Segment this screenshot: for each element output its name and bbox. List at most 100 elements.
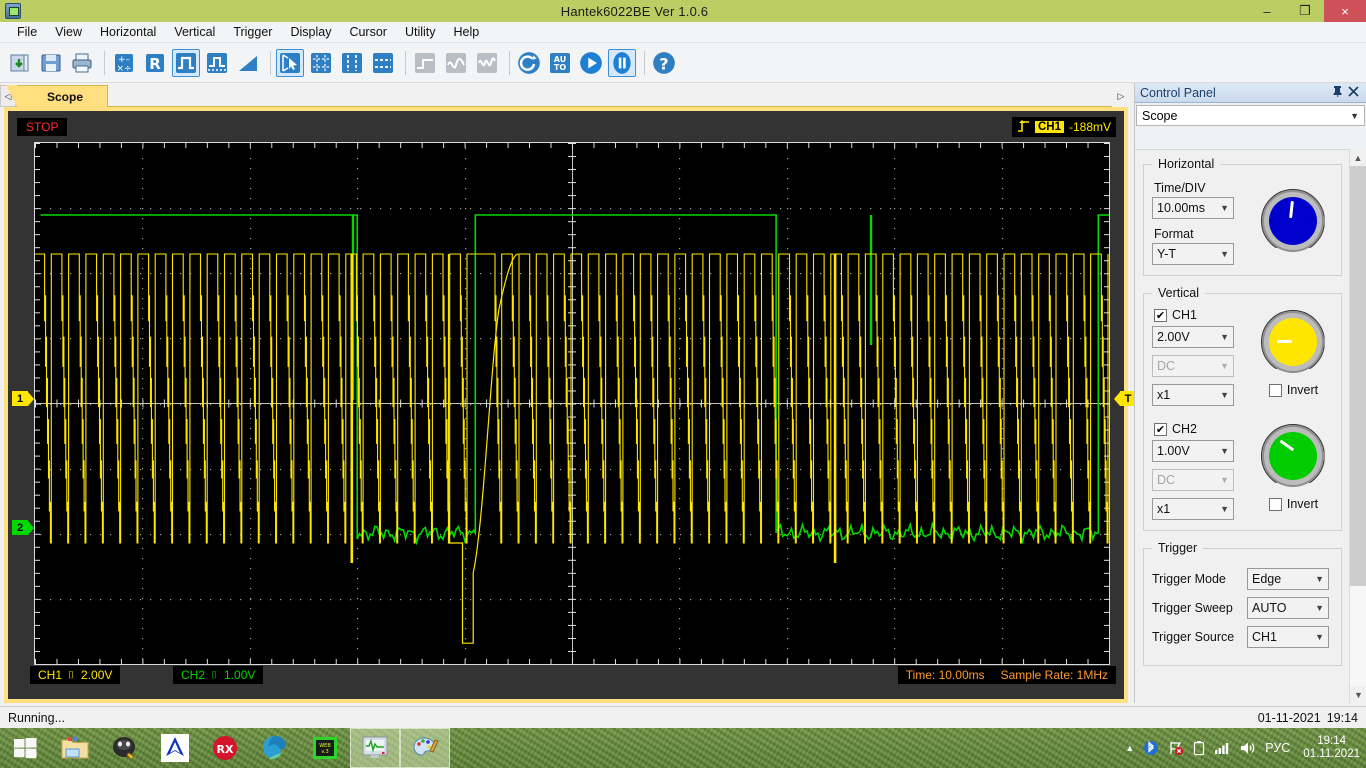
- menu-item-vertical[interactable]: Vertical: [165, 23, 224, 41]
- scrollbar-thumb[interactable]: [1350, 166, 1366, 586]
- ch1-invert-checkbox[interactable]: Invert: [1268, 383, 1318, 397]
- run-icon[interactable]: [577, 49, 605, 77]
- steering-wheel-icon[interactable]: [100, 728, 150, 768]
- menu-item-view[interactable]: View: [46, 23, 91, 41]
- minimize-button[interactable]: –: [1248, 0, 1286, 22]
- waveform-plot: [35, 143, 1109, 664]
- control-panel-body: Horizontal Time/DIV 10.00ms ▼ Format Y-T…: [1135, 151, 1350, 703]
- toolbar: +– ×÷ R AU TO ?: [0, 43, 1366, 83]
- menu-item-trigger[interactable]: Trigger: [224, 23, 281, 41]
- blue-arrow-app-icon[interactable]: [150, 728, 200, 768]
- measure-icon[interactable]: [203, 49, 231, 77]
- save-file-icon[interactable]: [37, 49, 65, 77]
- math-icon[interactable]: +– ×÷: [110, 49, 138, 77]
- hantek-scope-icon[interactable]: [350, 728, 400, 768]
- menu-item-utility[interactable]: Utility: [396, 23, 445, 41]
- ch2-invert-checkbox[interactable]: Invert: [1268, 497, 1318, 511]
- horizontal-cursor-icon[interactable]: [369, 49, 397, 77]
- ch1-position-knob[interactable]: [1261, 311, 1324, 373]
- cursor-select-icon[interactable]: [276, 48, 304, 77]
- waveform-graticule[interactable]: [34, 142, 1110, 665]
- ch1-coupling-value: DC: [1157, 359, 1176, 373]
- ch2-scale-select[interactable]: 1.00V ▼: [1152, 440, 1234, 462]
- pause-icon[interactable]: [608, 48, 636, 77]
- paint-icon[interactable]: [400, 728, 450, 768]
- close-button[interactable]: ×: [1324, 0, 1366, 22]
- tab-strip-filler: [108, 85, 1112, 107]
- trigger-status-badge: CH1 -188mV: [1011, 117, 1116, 137]
- menu-item-help[interactable]: Help: [445, 23, 489, 41]
- panel-mode-select[interactable]: Scope ▼: [1136, 105, 1365, 126]
- ch2-enable-checkbox[interactable]: ✔ CH2: [1154, 422, 1252, 436]
- trigger-source-select[interactable]: CH1 ▼: [1247, 626, 1329, 648]
- language-indicator[interactable]: РУС: [1265, 741, 1290, 755]
- maximize-button[interactable]: ❐: [1286, 0, 1324, 22]
- ch1-readout-channel: CH1: [38, 668, 63, 682]
- edge-browser-icon[interactable]: [250, 728, 300, 768]
- chip-programmer-icon[interactable]: WEB v.3: [300, 728, 350, 768]
- undo-icon[interactable]: [515, 49, 543, 77]
- trigger-mode-select[interactable]: Edge ▼: [1247, 568, 1329, 590]
- ch1-coupling-select[interactable]: DC ▼: [1152, 355, 1234, 377]
- menu-item-file[interactable]: File: [8, 23, 46, 41]
- close-icon[interactable]: [1345, 85, 1361, 100]
- square-wave-icon[interactable]: [172, 48, 200, 77]
- ch1-probe-select[interactable]: x1 ▼: [1152, 384, 1234, 406]
- volume-icon[interactable]: [1239, 740, 1256, 756]
- wave-signal-icon[interactable]: [473, 49, 501, 77]
- pin-icon[interactable]: [1329, 85, 1345, 100]
- tab-scope-label: Scope: [47, 89, 84, 104]
- time-div-select[interactable]: 10.00ms ▼: [1152, 197, 1234, 219]
- menu-item-display[interactable]: Display: [281, 23, 340, 41]
- scroll-down-icon[interactable]: ▼: [1350, 686, 1366, 703]
- svg-text:?: ?: [659, 54, 668, 73]
- ch2-coupling-value: DC: [1157, 473, 1176, 487]
- ch2-position-marker[interactable]: 2: [12, 520, 34, 535]
- trigger-mode-value: Edge: [1252, 572, 1282, 586]
- taskbar-clock[interactable]: 19:14 01.11.2021: [1299, 735, 1360, 761]
- ch2-label: CH2: [1172, 422, 1198, 436]
- scope-display[interactable]: STOP CH1 -188mV 1 2 T CH1 ⌷ 2.00V CH2 ⌷ …: [8, 111, 1136, 699]
- rx-app-icon[interactable]: RX: [200, 728, 250, 768]
- time-div-knob[interactable]: [1261, 190, 1324, 252]
- menu-item-cursor[interactable]: Cursor: [340, 23, 396, 41]
- tab-strip: ◁ Scope ▷: [0, 83, 1130, 107]
- control-panel-scrollbar[interactable]: ▲ ▼: [1349, 149, 1366, 703]
- print-icon[interactable]: [68, 49, 96, 77]
- menu-item-horizontal[interactable]: Horizontal: [91, 23, 165, 41]
- time-div-label: Time/DIV: [1154, 181, 1206, 195]
- tab-scope[interactable]: Scope: [5, 85, 109, 107]
- help-icon[interactable]: ?: [650, 49, 678, 77]
- format-select[interactable]: Y-T ▼: [1152, 243, 1234, 265]
- sine-signal-icon[interactable]: [442, 49, 470, 77]
- vertical-cursor-icon[interactable]: [338, 49, 366, 77]
- open-file-icon[interactable]: [6, 49, 34, 77]
- triangle-icon[interactable]: [234, 49, 262, 77]
- trigger-sweep-select[interactable]: AUTO ▼: [1247, 597, 1329, 619]
- toolbar-separator: [104, 50, 105, 75]
- ch2-probe-select[interactable]: x1 ▼: [1152, 498, 1234, 520]
- ch1-position-marker[interactable]: 1: [12, 391, 34, 406]
- ch1-scale-select[interactable]: 2.00V ▼: [1152, 326, 1234, 348]
- grid-cursor-icon[interactable]: [307, 49, 335, 77]
- tab-nav-right-icon[interactable]: ▷: [1112, 85, 1130, 107]
- chevron-down-icon: ▼: [1220, 361, 1229, 371]
- scroll-up-icon[interactable]: ▲: [1350, 149, 1366, 166]
- start-button-icon[interactable]: [0, 728, 50, 768]
- battery-icon[interactable]: [1193, 740, 1205, 756]
- trigger-level-value: -188mV: [1068, 120, 1111, 134]
- ch1-enable-checkbox[interactable]: ✔ CH1: [1154, 308, 1252, 322]
- ch2-coupling-select[interactable]: DC ▼: [1152, 469, 1234, 491]
- bluetooth-icon[interactable]: [1143, 740, 1159, 756]
- auto-set-icon[interactable]: AU TO: [546, 49, 574, 77]
- trigger-level-marker[interactable]: T: [1114, 391, 1136, 406]
- reference-icon[interactable]: R: [141, 49, 169, 77]
- ch1-controls: ✔ CH1 2.00V ▼ DC ▼ x1 ▼ Invert: [1152, 306, 1333, 406]
- ch1-readout-value: 2.00V: [81, 668, 113, 682]
- step-signal-icon[interactable]: [411, 49, 439, 77]
- network-error-icon[interactable]: [1168, 740, 1184, 756]
- ch2-position-knob[interactable]: [1261, 425, 1324, 487]
- file-explorer-icon[interactable]: [50, 728, 100, 768]
- show-hidden-icons-icon[interactable]: ▲: [1125, 743, 1134, 753]
- signal-icon[interactable]: [1214, 740, 1230, 756]
